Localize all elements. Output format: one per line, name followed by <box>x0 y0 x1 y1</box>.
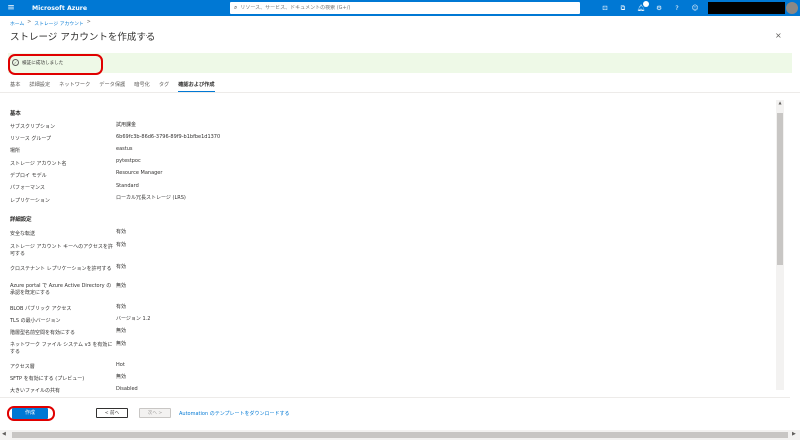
row-label: 安全な転送 <box>10 231 36 237</box>
row-label: クロステナント レプリケーションを許可する <box>10 266 112 272</box>
row-value: 有効 <box>116 304 127 310</box>
row-value: 試用課金 <box>116 122 137 128</box>
tab-basic[interactable]: 基本 <box>10 81 20 92</box>
breadcrumb-storage-accounts[interactable]: ストレージ アカウント <box>34 20 83 27</box>
footer-divider <box>0 397 790 398</box>
wizard-tabs: 基本 詳細設定 ネットワーク データ保護 暗号化 タグ 確認および作成 <box>10 81 215 92</box>
page-title: ストレージ アカウントを作成する <box>10 32 156 43</box>
tab-advanced[interactable]: 詳細設定 <box>29 81 50 92</box>
row-value: 無効 <box>116 328 127 334</box>
row-value: 無効 <box>116 374 127 380</box>
tab-review-create[interactable]: 確認および作成 <box>178 81 215 92</box>
row-label: ストレージ アカウント キーへのアクセスを許可する <box>10 244 113 257</box>
review-content: 基本 サブスクリプション 試用課金 リソース グループ 6b69fc3b-86d… <box>0 95 790 395</box>
tab-networking[interactable]: ネットワーク <box>59 81 90 92</box>
row-label: ストレージ アカウント名 <box>10 161 67 167</box>
more-options-icon[interactable]: … <box>143 30 150 38</box>
red-highlight-create <box>7 406 55 421</box>
avatar[interactable] <box>786 2 798 14</box>
row-value: Hot <box>116 362 125 368</box>
row-label: リソース グループ <box>10 136 52 142</box>
row-value: ローカル冗長ストレージ (LRS) <box>116 195 186 201</box>
breadcrumb-separator: > <box>27 20 32 25</box>
top-icon-group: ⊡ ⧉ 🔔︎ ⚙ ? ☺ <box>600 0 700 16</box>
row-value: 無効 <box>116 283 127 289</box>
row-value: 6b69fc3b-86d6-3796-89f9-b1bfbe1d1370 <box>116 134 221 140</box>
row-value: eastus <box>116 146 133 152</box>
row-label: レプリケーション <box>10 198 50 204</box>
azure-portal-window: ≡ Microsoft Azure ⌕ ⊡ ⧉ 🔔︎ ⚙ ? ☺ ホーム > ス… <box>0 0 800 440</box>
tab-data-protection[interactable]: データ保護 <box>99 81 125 92</box>
download-template-link[interactable]: Automation のテンプレートをダウンロードする <box>179 410 290 417</box>
row-label: パフォーマンス <box>10 185 45 191</box>
previous-button[interactable]: < 前へ <box>96 408 128 418</box>
tab-divider <box>0 92 800 93</box>
scroll-right-arrow-icon[interactable]: ▶ <box>792 431 796 437</box>
hamburger-icon[interactable]: ≡ <box>0 0 22 16</box>
row-label: アクセス層 <box>10 364 35 370</box>
tab-encryption[interactable]: 暗号化 <box>134 81 150 92</box>
row-value: Disabled <box>116 386 138 392</box>
tab-tags[interactable]: タグ <box>159 81 169 92</box>
row-label: 大きいファイルの共有 <box>10 388 61 394</box>
section-header-advanced: 詳細設定 <box>10 217 32 223</box>
row-value: Standard <box>116 183 139 189</box>
cloud-shell-icon[interactable]: ⊡ <box>600 2 610 14</box>
row-value: バージョン 1.2 <box>116 316 151 322</box>
notifications-icon[interactable]: 🔔︎ <box>636 1 649 14</box>
close-icon[interactable]: × <box>775 31 782 40</box>
search-box[interactable]: ⌕ <box>230 2 580 14</box>
section-header-basic: 基本 <box>10 111 21 117</box>
row-value: 有効 <box>116 242 127 248</box>
validation-banner <box>8 53 792 73</box>
vertical-scroll-thumb[interactable] <box>777 113 783 265</box>
row-label: 階層型名前空間を有効にする <box>10 330 76 336</box>
brand-title[interactable]: Microsoft Azure <box>32 5 232 12</box>
row-label: TLS の最小バージョン <box>10 318 61 324</box>
next-button[interactable]: 次へ > <box>139 408 171 418</box>
red-highlight-validation <box>8 54 103 75</box>
scroll-left-arrow-icon[interactable]: ◀ <box>2 431 6 437</box>
row-label: ネットワーク ファイル システム v3 を有効にする <box>10 342 113 355</box>
search-icon: ⌕ <box>234 4 238 11</box>
help-icon[interactable]: ? <box>672 2 682 14</box>
feedback-icon[interactable]: ☺ <box>690 2 700 14</box>
directory-filter-icon[interactable]: ⧉ <box>618 2 628 14</box>
breadcrumb-separator: > <box>86 20 91 25</box>
row-label: BLOB パブリック アクセス <box>10 306 72 312</box>
row-value: 有効 <box>116 264 127 270</box>
settings-gear-icon[interactable]: ⚙ <box>654 2 664 14</box>
row-label: デプロイ モデル <box>10 173 47 179</box>
notification-badge <box>643 1 649 7</box>
row-value: pytestpoc <box>116 158 141 164</box>
row-value: 有効 <box>116 229 127 235</box>
account-info-redacted[interactable] <box>708 2 785 14</box>
row-label: 場所 <box>10 148 21 154</box>
breadcrumb-home[interactable]: ホーム <box>10 20 24 27</box>
row-label: Azure portal で Azure Active Directory の承… <box>10 283 112 296</box>
row-value: 無効 <box>116 341 127 347</box>
horizontal-scroll-thumb[interactable] <box>12 432 788 438</box>
row-label: サブスクリプション <box>10 124 56 130</box>
row-label: SFTP を有効にする (プレビュー) <box>10 376 85 382</box>
search-input[interactable] <box>240 5 561 11</box>
breadcrumb: ホーム > ストレージ アカウント > <box>10 20 91 27</box>
scroll-up-arrow-icon[interactable]: ▲ <box>776 100 784 108</box>
row-value: Resource Manager <box>116 170 163 176</box>
